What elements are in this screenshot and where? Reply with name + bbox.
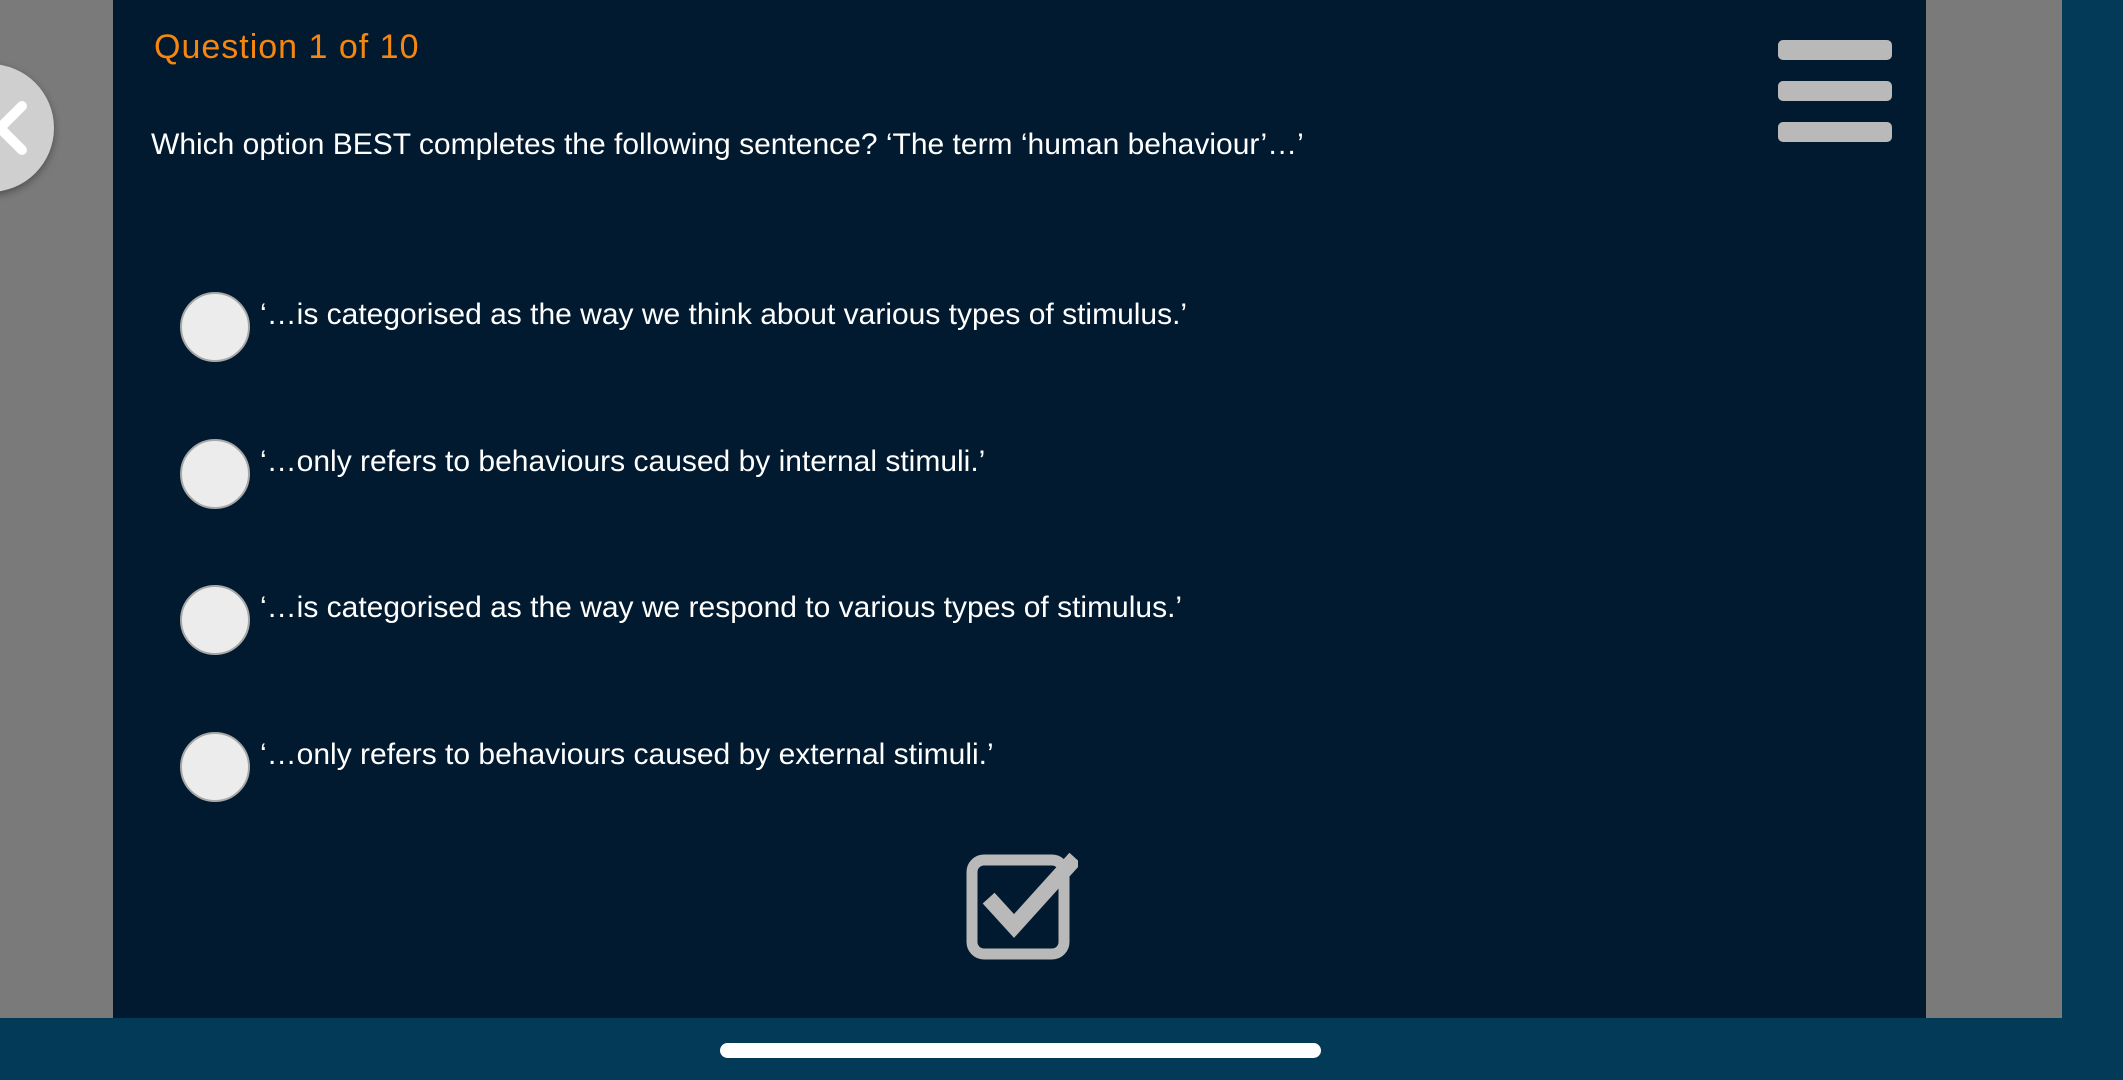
answer-option-4[interactable]: ‘…only refers to behaviours caused by ex…: [180, 732, 1400, 802]
submit-answer-button[interactable]: [966, 852, 1082, 960]
menu-bar: [1778, 122, 1892, 142]
right-edge-strip: [2062, 0, 2123, 1018]
answer-option-label: ‘…is categorised as the way we think abo…: [260, 298, 1188, 331]
home-indicator[interactable]: [720, 1043, 1321, 1058]
radio-button[interactable]: [180, 292, 250, 362]
answer-option-3[interactable]: ‘…is categorised as the way we respond t…: [180, 585, 1400, 655]
radio-button[interactable]: [180, 439, 250, 509]
answer-option-2[interactable]: ‘…only refers to behaviours caused by in…: [180, 439, 1400, 509]
chevron-left-icon: [0, 101, 27, 155]
answer-option-label: ‘…is categorised as the way we respond t…: [260, 591, 1183, 624]
menu-bar: [1778, 40, 1892, 60]
answer-option-label: ‘…only refers to behaviours caused by in…: [260, 445, 986, 478]
answer-option-1[interactable]: ‘…is categorised as the way we think abo…: [180, 292, 1400, 362]
checkbox-check-icon: [966, 852, 1082, 960]
question-counter: Question 1 of 10: [154, 28, 420, 66]
menu-button[interactable]: [1778, 40, 1892, 144]
question-text: Which option BEST completes the followin…: [151, 128, 1304, 161]
answer-option-label: ‘…only refers to behaviours caused by ex…: [260, 738, 994, 771]
radio-button[interactable]: [180, 732, 250, 802]
radio-button[interactable]: [180, 585, 250, 655]
menu-bar: [1778, 81, 1892, 101]
